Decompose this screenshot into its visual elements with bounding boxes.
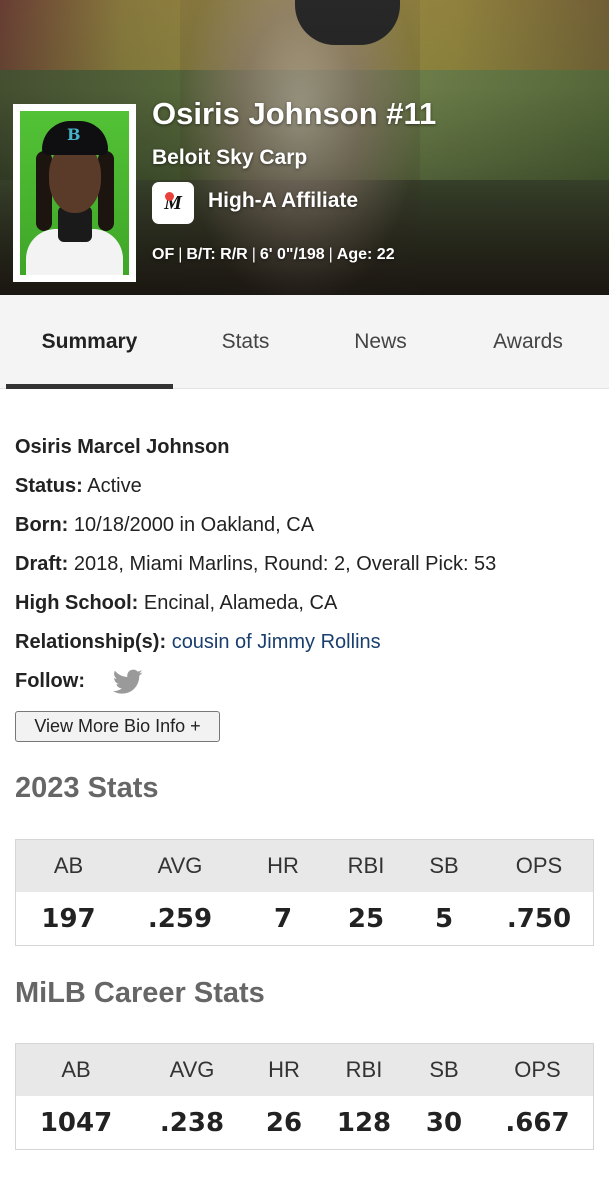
bats-throws: B/T: R/R xyxy=(186,246,248,263)
relationship-link[interactable]: cousin of Jimmy Rollins xyxy=(172,631,381,653)
header-rbi: RBI xyxy=(345,1057,383,1082)
value-rbi: 25 xyxy=(347,903,385,934)
view-more-bio-button[interactable]: View More Bio Info + xyxy=(15,711,220,742)
player-name: Osiris Johnson #11 xyxy=(152,96,437,131)
header-avg: AVG xyxy=(169,1057,215,1082)
tab-awards[interactable]: Awards xyxy=(443,295,609,389)
value-hr: 26 xyxy=(265,1107,303,1138)
tab-summary[interactable]: Summary xyxy=(6,295,173,389)
affiliate-label[interactable]: High-A Affiliate xyxy=(208,189,358,213)
table-row: 197 .259 7 25 5 .750 xyxy=(16,892,593,945)
season-stats-title: 2023 Stats xyxy=(15,772,159,804)
header-ops: OPS xyxy=(514,1057,561,1082)
height-weight: 6' 0"/198 xyxy=(259,246,325,263)
header-rbi: RBI xyxy=(347,853,385,878)
header-avg: AVG xyxy=(157,853,203,878)
value-ab: 197 xyxy=(41,903,96,934)
header-sb: SB xyxy=(429,853,459,878)
table-row: 1047 .238 26 128 30 .667 xyxy=(16,1096,593,1149)
table-header-row: AB AVG HR RBI SB OPS xyxy=(16,840,593,892)
bio-draft: Draft: 2018, Miami Marlins, Round: 2, Ov… xyxy=(15,553,497,575)
value-rbi: 128 xyxy=(336,1107,392,1138)
bio-section: Osiris Marcel Johnson Status: Active Bor… xyxy=(15,432,595,705)
header-ab: AB xyxy=(61,1057,91,1082)
value-sb: 5 xyxy=(434,903,454,934)
player-hero: B Osiris Johnson #11 Beloit Sky Carp M H… xyxy=(0,0,609,295)
tab-stats[interactable]: Stats xyxy=(173,295,318,389)
header-sb: SB xyxy=(429,1057,459,1082)
bio-relationship: Relationship(s): cousin of Jimmy Rollins xyxy=(15,631,381,653)
value-avg: .259 xyxy=(147,903,213,934)
bio-status: Status: Active xyxy=(15,475,142,497)
player-headshot: B xyxy=(13,104,136,282)
marlins-logo-icon[interactable]: M xyxy=(152,182,194,224)
profile-tabs: Summary Stats News Awards xyxy=(0,295,609,389)
value-hr: 7 xyxy=(273,903,293,934)
career-stats-title: MiLB Career Stats xyxy=(15,977,265,1009)
player-meta: OF | B/T: R/R | 6' 0"/198 | Age: 22 xyxy=(152,246,395,263)
position: OF xyxy=(152,246,175,263)
bio-follow: Follow: xyxy=(15,666,595,705)
bio-high-school: High School: Encinal, Alameda, CA xyxy=(15,592,338,614)
header-ab: AB xyxy=(53,853,84,878)
season-stats-table: AB AVG HR RBI SB OPS 197 .259 7 25 5 .75… xyxy=(15,839,594,946)
active-tab-indicator xyxy=(6,384,173,389)
header-hr: HR xyxy=(268,1057,300,1082)
age: Age: 22 xyxy=(336,246,395,263)
value-avg: .238 xyxy=(159,1107,225,1138)
team-name[interactable]: Beloit Sky Carp xyxy=(152,146,307,170)
header-ops: OPS xyxy=(515,853,563,878)
bio-born: Born: 10/18/2000 in Oakland, CA xyxy=(15,514,315,536)
table-header-row: AB AVG HR RBI SB OPS xyxy=(16,1044,593,1096)
value-ops: .750 xyxy=(506,903,572,934)
value-ab: 1047 xyxy=(39,1107,113,1138)
full-name: Osiris Marcel Johnson xyxy=(15,436,230,458)
tab-news[interactable]: News xyxy=(318,295,443,389)
value-sb: 30 xyxy=(425,1107,463,1138)
career-stats-table: AB AVG HR RBI SB OPS 1047 .238 26 128 30… xyxy=(15,1043,594,1150)
header-hr: HR xyxy=(267,853,299,878)
twitter-icon[interactable] xyxy=(112,669,143,695)
value-ops: .667 xyxy=(505,1107,570,1138)
